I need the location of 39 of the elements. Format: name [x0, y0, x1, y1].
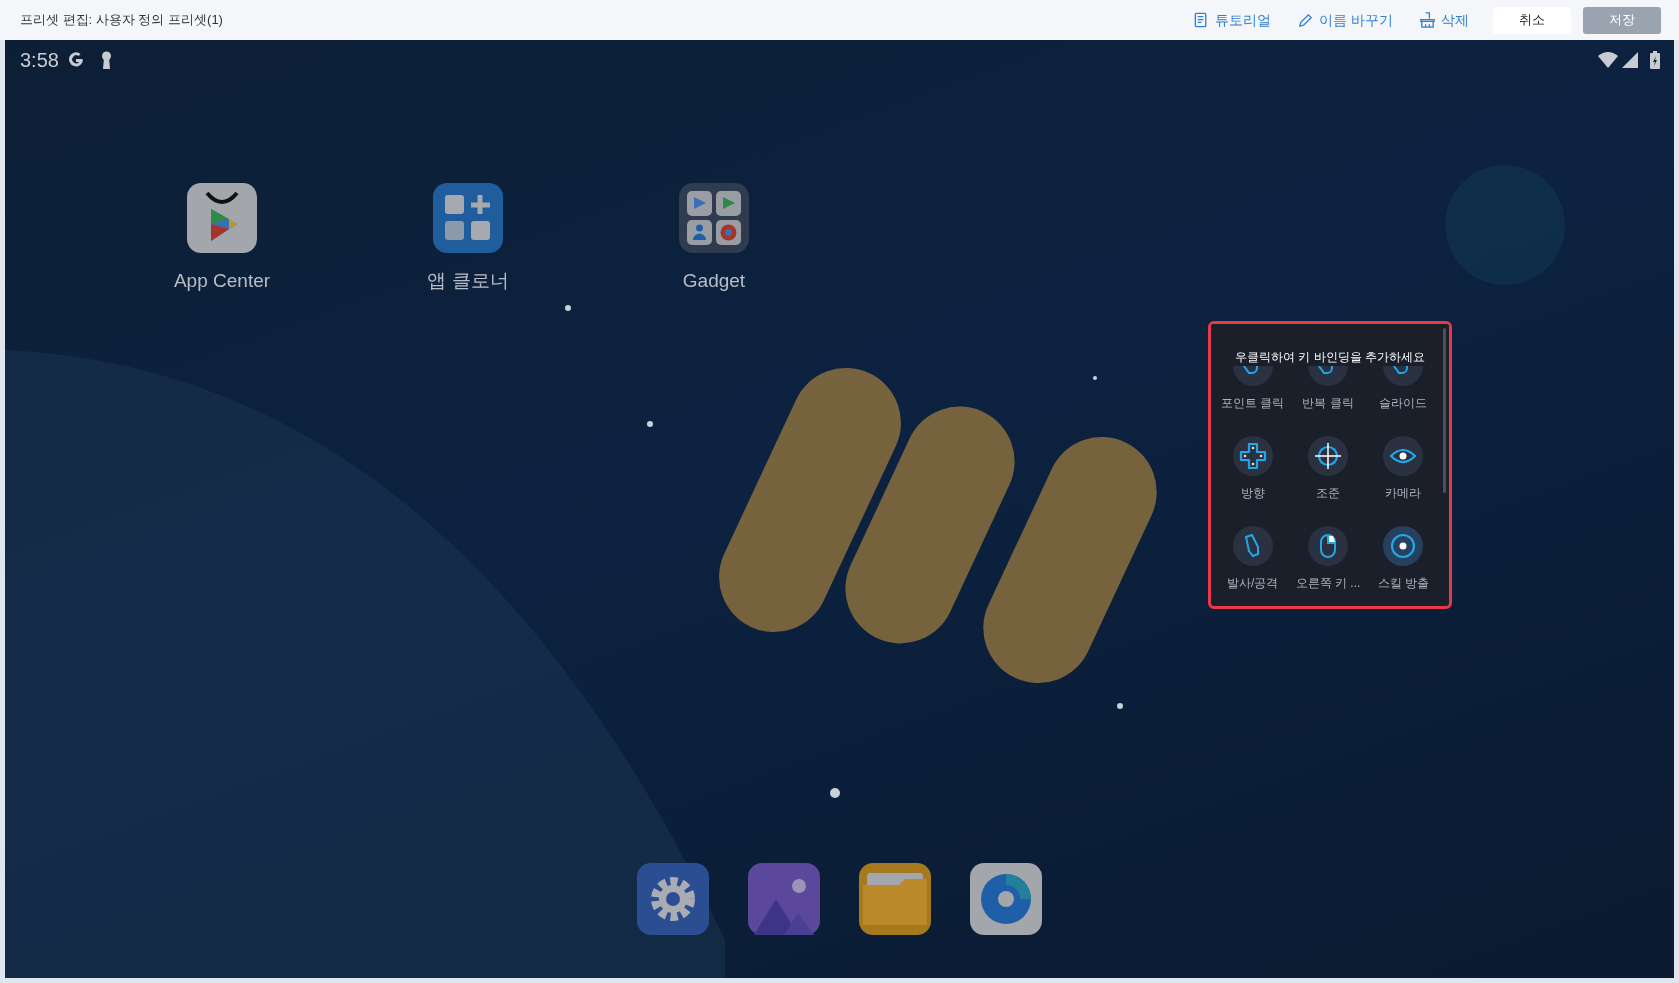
broom-icon: [1419, 11, 1436, 29]
scroll-thumb[interactable]: [1443, 328, 1446, 493]
panel-hint: 우클릭하여 키 바인딩을 추가하세요: [1211, 324, 1449, 366]
key-type-label[interactable]: 반복 클릭: [1302, 394, 1354, 412]
status-time: 3:58: [20, 48, 59, 73]
dpad-icon[interactable]: [1232, 436, 1273, 476]
app-label[interactable]: App Center: [173, 267, 271, 296]
key-type-label[interactable]: 포인트 클릭: [1221, 394, 1285, 412]
app-label[interactable]: 앱 클로너: [427, 267, 509, 296]
mouse-icon[interactable]: [1308, 526, 1348, 566]
toolbar-action[interactable]: 이름 바꾸기: [1297, 9, 1393, 31]
app-folder-icon[interactable]: [679, 183, 749, 253]
key-type-label[interactable]: 슬라이드: [1379, 394, 1428, 412]
window-title: 프리셋 편집: 사용자 정의 프리셋(1): [20, 11, 223, 30]
settings-icon[interactable]: [637, 863, 709, 935]
key-type-label[interactable]: 오른쪽 키 ...: [1295, 574, 1361, 592]
key-type-label[interactable]: 방향: [1240, 484, 1265, 502]
key-type-label[interactable]: 발사/공격: [1227, 574, 1279, 592]
pencil-icon: [1297, 11, 1315, 29]
key-type-label[interactable]: 스킬 방출: [1377, 574, 1429, 592]
battery-icon: [1650, 51, 1660, 69]
app-label[interactable]: Gadget: [682, 267, 746, 296]
crosshair-icon[interactable]: [1308, 436, 1348, 476]
key-type-label[interactable]: 조준: [1316, 484, 1340, 502]
key-type-label[interactable]: 카메라: [1385, 484, 1422, 502]
google-g-icon: [66, 51, 85, 69]
bullet-icon[interactable]: [1232, 526, 1273, 566]
app-grid-plus-icon[interactable]: [433, 183, 503, 253]
gallery-icon[interactable]: [748, 863, 820, 935]
keyhole-icon: [100, 51, 112, 69]
wifi-icon: [1598, 52, 1618, 68]
signal-icon: [1622, 52, 1638, 68]
eye-icon[interactable]: [1383, 436, 1424, 476]
target-circle-icon[interactable]: [1383, 526, 1424, 566]
toolbar-action[interactable]: 튜토리얼: [1193, 9, 1272, 31]
cancel-button[interactable]: 취소: [1493, 6, 1571, 34]
toolbar-action[interactable]: 삭제: [1419, 9, 1469, 31]
play-store-bag-icon[interactable]: [187, 183, 257, 253]
folder-icon[interactable]: [859, 863, 931, 935]
